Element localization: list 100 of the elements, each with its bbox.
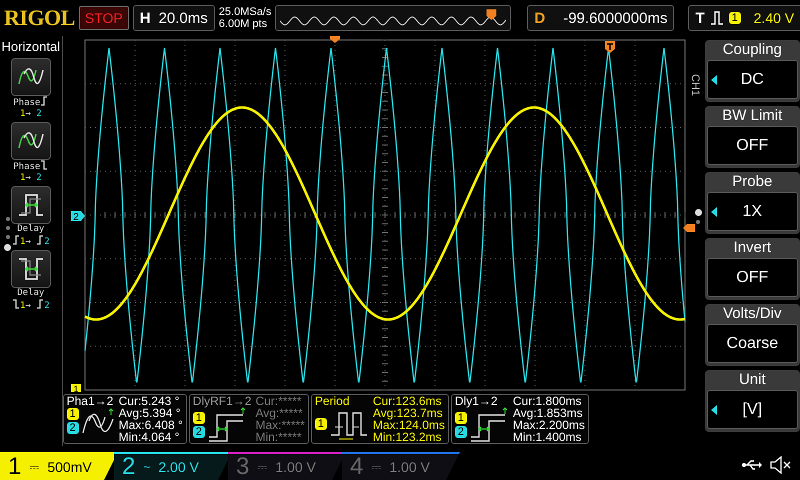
menu-item-value: OFF <box>736 136 768 154</box>
edge-delay-icon <box>468 407 509 443</box>
measure-label: Delay <box>17 288 44 299</box>
measure-label: Phase <box>13 160 48 173</box>
memory-depth: 6.00M pts <box>218 18 268 30</box>
measurement-value: Min:***** <box>255 431 302 443</box>
coupling-symbol: ⎓ <box>257 460 268 474</box>
measurement-title: DlyRF1→2 <box>192 395 252 407</box>
menu-item-title: Unit <box>738 370 766 390</box>
measurement-value: Cur:5.243 ° <box>118 395 180 407</box>
measure-button[interactable] <box>10 186 51 224</box>
measurement-value: Min:123.2ms <box>372 431 443 443</box>
measurement-title: Period <box>314 395 351 407</box>
source-badge: 1 <box>454 412 467 424</box>
source-badge: 2 <box>66 422 79 434</box>
menu-title: Horizontal <box>2 39 60 54</box>
rising-edge-icon <box>36 299 44 309</box>
brand-logo: RIGOL <box>4 5 75 31</box>
timebase-value: 20.0ms <box>158 10 208 26</box>
pulse-delay-icon <box>16 191 45 219</box>
timebase-box[interactable]: H 20.0ms <box>132 5 215 31</box>
menu-item[interactable]: Invert OFF <box>704 238 800 300</box>
menu-item[interactable]: Coupling DC <box>704 40 800 102</box>
menu-item-title: Coupling <box>722 40 782 60</box>
measurement-value: Cur:123.6ms <box>372 395 443 407</box>
measurement-value: Avg:5.394 ° <box>118 407 182 419</box>
source-badge: 1 <box>192 412 205 424</box>
falling-edge-icon <box>40 160 48 170</box>
measurement-value: Cur:***** <box>255 395 302 407</box>
measurement-value: Max:124.0ms <box>372 419 445 431</box>
trigger-source-badge: 1 <box>728 12 741 24</box>
channel-scale: 2.00 V <box>158 459 199 475</box>
measurement-title: Pha1→2 <box>66 395 114 407</box>
edge-delay-icon <box>206 407 247 443</box>
channel-scale: 500mV <box>47 459 92 475</box>
measure-button[interactable] <box>10 122 51 160</box>
coupling-symbol: ~ <box>143 460 150 474</box>
measurement-value: Cur:1.800ms <box>512 395 583 407</box>
channel-scale: 1.00 V <box>275 459 316 475</box>
left-arrow-icon <box>710 206 717 216</box>
measurement-value: Avg:1.853ms <box>512 407 584 419</box>
measurement-value: Max:***** <box>255 419 305 431</box>
coupling-symbol: ⎓ <box>371 460 382 474</box>
measurement-value: Avg:123.7ms <box>372 407 444 419</box>
menu-item-title: BW Limit <box>722 106 782 126</box>
sine-waves-icon <box>80 407 115 435</box>
inverted-pulse-delay-icon <box>16 255 45 283</box>
delay-box[interactable]: D -99.6000000ms <box>527 5 674 31</box>
menu-item[interactable]: BW Limit OFF <box>704 106 800 168</box>
trigger-box[interactable]: T 1 2.40 V <box>688 5 800 31</box>
measure-label: Phase <box>13 96 48 109</box>
measurement-value: Max:2.200ms <box>512 419 585 431</box>
source-badge: 1 <box>314 418 327 430</box>
source-badge: 1 <box>66 408 79 420</box>
rising-edge-icon <box>36 235 44 245</box>
channel-number: 2 <box>122 453 136 480</box>
source-badge: 2 <box>192 426 205 438</box>
timebase-label: H <box>140 10 151 26</box>
delay-value: -99.6000000ms <box>563 10 668 26</box>
channel-label: CH1 <box>688 74 701 96</box>
channel-pair: 1→ 2 <box>20 109 42 120</box>
channel-marker: 2 <box>70 211 85 223</box>
usb-icon <box>742 459 762 471</box>
menu-item[interactable]: Unit [V] <box>704 370 800 432</box>
delay-label: D <box>534 10 546 26</box>
measurement-title: Dly1→2 <box>454 395 499 407</box>
measurement-value: Min:1.400ms <box>512 431 583 443</box>
rising-edge-icon <box>12 235 20 245</box>
channel-number: 4 <box>350 453 364 480</box>
rising-edge-icon <box>710 11 724 25</box>
menu-item-title: Probe <box>732 172 772 192</box>
menu-item-value: [V] <box>742 400 762 418</box>
trigger-label: T <box>695 10 705 26</box>
measure-button[interactable] <box>10 250 51 288</box>
channel-pair: 1→ 2 <box>12 299 50 312</box>
menu-item-value: OFF <box>736 268 768 286</box>
menu-item[interactable]: Volts/Div Coarse <box>704 304 800 366</box>
coupling-symbol: ⎓ <box>29 460 40 474</box>
channel-tab[interactable]: 4 ⎓ 1.00 V <box>342 452 460 480</box>
waveform-preview-icon <box>280 8 506 28</box>
left-arrow-icon <box>710 404 717 414</box>
menu-item-value: DC <box>740 70 764 88</box>
channel-marker: 1 <box>70 384 81 392</box>
menu-item-value: Coarse <box>726 334 778 352</box>
menu-item-title: Volts/Div <box>723 304 782 324</box>
channel-pair: 1→ 2 <box>20 173 42 184</box>
menu-item-value: 1X <box>742 202 762 220</box>
sample-rate: 25.0MSa/s <box>218 6 272 18</box>
measurement-value: Max:6.408 ° <box>118 419 183 431</box>
channel-scale: 1.00 V <box>389 459 430 475</box>
trigger-position-marker <box>330 36 340 43</box>
left-arrow-icon <box>710 74 717 84</box>
menu-item-title: Invert <box>734 238 772 258</box>
measurement-value: Min:4.064 ° <box>118 431 180 443</box>
speaker-muted-icon <box>770 456 792 474</box>
measure-button[interactable] <box>10 58 51 96</box>
measure-label: Delay <box>17 224 44 235</box>
menu-item[interactable]: Probe 1X <box>704 172 800 234</box>
run-stop-button[interactable]: STOP <box>78 6 129 30</box>
channel-number: 1 <box>8 453 22 480</box>
